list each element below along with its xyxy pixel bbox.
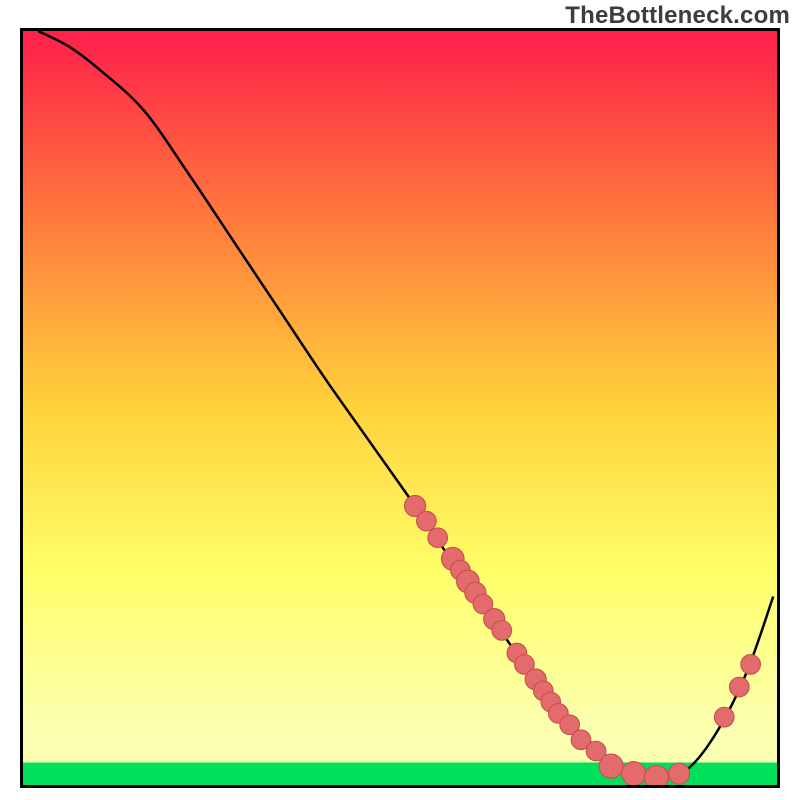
bottleneck-curve (38, 31, 773, 777)
chart-marker (417, 511, 437, 531)
chart-plot-area (20, 28, 780, 788)
chart-marker (492, 621, 512, 641)
chart-marker (741, 655, 761, 675)
chart-curve-layer (23, 31, 777, 785)
chart-marker (622, 762, 646, 785)
chart-marker (428, 528, 448, 548)
chart-marker (599, 754, 623, 778)
chart-markers (405, 495, 761, 785)
chart-marker (714, 707, 734, 727)
chart-marker (668, 763, 689, 784)
chart-marker (644, 765, 668, 785)
watermark-text: TheBottleneck.com (565, 2, 790, 30)
chart-marker (729, 677, 749, 697)
